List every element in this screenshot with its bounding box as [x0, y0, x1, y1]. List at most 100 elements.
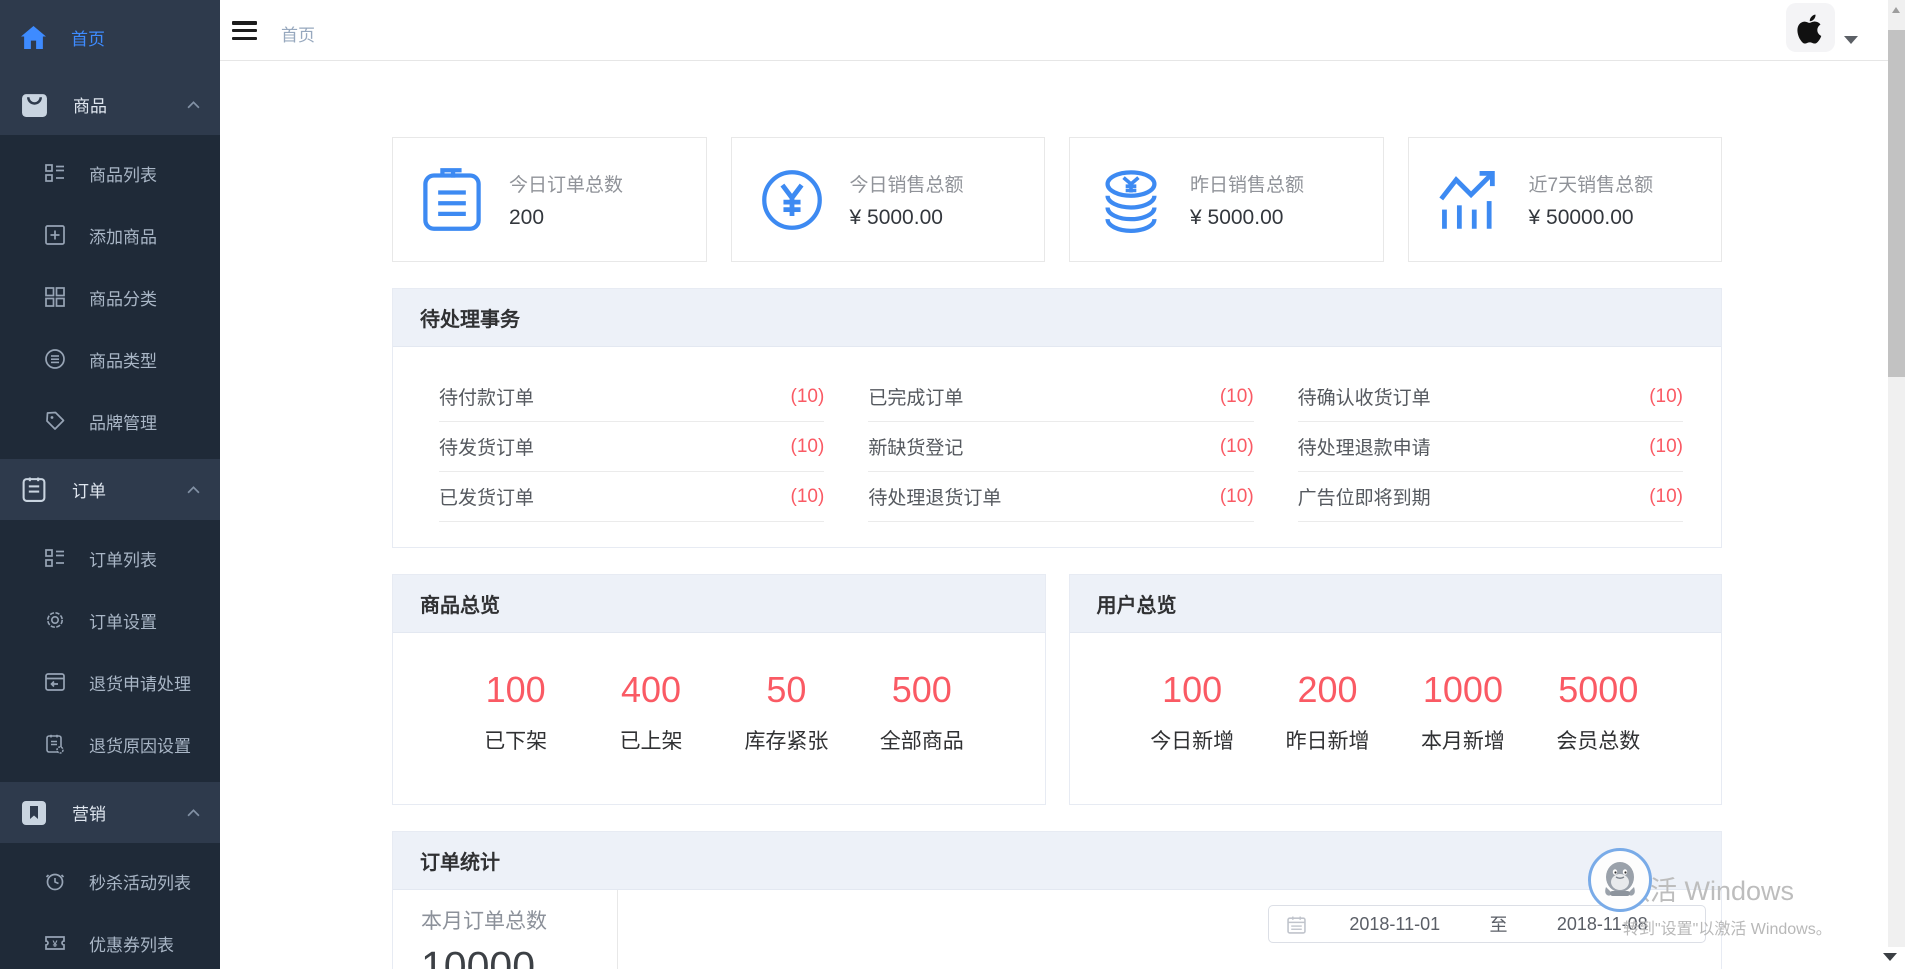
scrollbar-thumb[interactable]	[1888, 30, 1905, 377]
return-box-icon	[44, 671, 66, 693]
hamburger-menu-icon[interactable]	[232, 21, 257, 40]
gear-icon	[44, 609, 66, 631]
user-stat-yesterday-new: 200昨日新增	[1260, 669, 1395, 755]
breadcrumb[interactable]: 首页	[281, 21, 315, 46]
stat-value: 100	[448, 669, 583, 711]
sidebar-item-product-type[interactable]: 商品类型	[0, 328, 220, 390]
order-metric-value: 10000	[421, 943, 617, 969]
sidebar-item-order-settings[interactable]: 订单设置	[0, 589, 220, 651]
clipboard-icon	[21, 476, 47, 503]
stat-card-value: 200	[509, 206, 623, 230]
pending-item-unshipped-orders[interactable]: 待发货订单 (10)	[439, 422, 824, 472]
date-end[interactable]: 2018-11-08	[1514, 914, 1692, 935]
order-stats-header: 订单统计	[393, 832, 1721, 890]
sidebar-item-brand-management[interactable]: 品牌管理	[0, 390, 220, 452]
pending-item-label: 广告位即将到期	[1298, 483, 1431, 510]
stat-card-today-sales[interactable]: 今日销售总额 ¥ 5000.00	[731, 137, 1046, 262]
pending-item-label: 新缺货登记	[868, 433, 963, 460]
pending-item-count: (10)	[1220, 386, 1254, 408]
topbar: 首页	[220, 0, 1888, 61]
product-stat-low-stock: 50库存紧张	[719, 669, 854, 755]
user-avatar[interactable]	[1786, 3, 1835, 52]
sidebar-item-label: 秒杀活动列表	[89, 869, 191, 894]
sidebar-section-marketing[interactable]: 营销	[0, 782, 220, 843]
pending-item-count: (10)	[791, 436, 825, 458]
svg-text:¥: ¥	[52, 939, 57, 949]
sidebar-item-product-category[interactable]: 商品分类	[0, 266, 220, 328]
stat-value: 5000	[1531, 669, 1666, 711]
pending-item-count: (10)	[1220, 486, 1254, 508]
date-start[interactable]: 2018-11-01	[1306, 914, 1484, 935]
scroll-up-arrow-icon[interactable]	[1892, 7, 1900, 13]
pending-body: 待付款订单(10) 已完成订单(10) 待确认收货订单(10) 待发货订单 (10…	[393, 347, 1721, 522]
sidebar-item-home[interactable]: 首页	[0, 0, 220, 74]
pending-item-return-orders[interactable]: 待处理退货订单 (10)	[868, 472, 1253, 522]
sidebar-item-product-list[interactable]: 商品列表	[0, 142, 220, 204]
user-stat-month-new: 1000本月新增	[1395, 669, 1530, 755]
sidebar-section-label: 商品	[73, 92, 107, 117]
stat-label: 今日新增	[1125, 725, 1260, 755]
pending-panel: 待处理事务 待付款订单(10) 已完成订单(10) 待确认收货订单(10) 待发…	[392, 288, 1722, 548]
yen-circle-icon	[760, 168, 824, 232]
sidebar-section-products[interactable]: 商品	[0, 74, 220, 135]
stat-card-yesterday-sales[interactable]: 昨日销售总额 ¥ 5000.00	[1069, 137, 1384, 262]
bag-icon	[21, 91, 48, 118]
sidebar-item-order-list[interactable]: 订单列表	[0, 527, 220, 589]
caret-down-icon[interactable]	[1844, 36, 1858, 44]
coupon-icon: ¥	[44, 932, 66, 954]
pending-item-count: (10)	[1649, 386, 1683, 408]
pending-item-label: 已发货订单	[439, 483, 534, 510]
pending-item-new-stockout[interactable]: 新缺货登记(10)	[868, 422, 1253, 472]
pending-item-unpaid-orders[interactable]: 待付款订单(10)	[439, 372, 824, 422]
vertical-scrollbar[interactable]	[1888, 0, 1905, 947]
sidebar: 首页 商品 商品列表 添加商品 商品分类	[0, 0, 220, 969]
sidebar-item-return-requests[interactable]: 退货申请处理	[0, 651, 220, 713]
panel-title: 商品总览	[420, 589, 500, 618]
pending-item-shipped-orders[interactable]: 已发货订单(10)	[439, 472, 824, 522]
alarm-icon	[44, 870, 66, 892]
pending-item-label: 待发货订单	[439, 433, 534, 460]
stat-label: 已下架	[448, 725, 583, 755]
sidebar-item-flash-sale-list[interactable]: 秒杀活动列表	[0, 850, 220, 912]
sidebar-section-label: 营销	[72, 800, 106, 825]
sidebar-item-return-reason-settings[interactable]: 退货原因设置	[0, 713, 220, 775]
tag-icon	[44, 410, 66, 432]
sidebar-item-label: 优惠券列表	[89, 931, 174, 956]
user-stat-total-members: 5000 会员总数	[1531, 669, 1666, 755]
pending-item-completed-orders[interactable]: 已完成订单(10)	[868, 372, 1253, 422]
sidebar-item-label: 品牌管理	[89, 409, 157, 434]
stat-label: 会员总数	[1531, 725, 1666, 755]
user-overview-header: 用户总览	[1070, 575, 1722, 633]
panel-title: 待处理事务	[420, 303, 520, 332]
pending-item-label: 待处理退货订单	[868, 483, 1001, 510]
sidebar-submenu-marketing: 秒杀活动列表 ¥ 优惠券列表	[0, 843, 220, 969]
sidebar-home-label: 首页	[71, 25, 105, 50]
calendar-icon	[1287, 915, 1306, 934]
panel-title: 订单统计	[420, 846, 500, 875]
pending-item-ad-expiring[interactable]: 广告位即将到期(10)	[1298, 472, 1683, 522]
sidebar-section-orders[interactable]: 订单	[0, 459, 220, 520]
sidebar-item-add-product[interactable]: 添加商品	[0, 204, 220, 266]
home-icon	[21, 26, 46, 49]
chevron-up-icon	[187, 809, 200, 817]
sidebar-item-label: 退货原因设置	[89, 732, 191, 757]
date-range-picker[interactable]: 2018-11-01 至 2018-11-08	[1268, 905, 1706, 943]
stat-value: 1000	[1395, 669, 1530, 711]
sidebar-section-label: 订单	[72, 477, 106, 502]
order-metric-label: 本月订单总数	[421, 905, 617, 935]
user-overview-panel: 用户总览 100今日新增 200昨日新增 1000本月新增 5000会员总数	[1069, 574, 1723, 805]
sidebar-item-coupon-list[interactable]: ¥ 优惠券列表	[0, 912, 220, 969]
stat-value: 400	[583, 669, 718, 711]
stat-value: 200	[1260, 669, 1395, 711]
stat-card-week-sales[interactable]: 近7天销售总额 ¥ 50000.00	[1408, 137, 1723, 262]
pending-item-confirm-receipt-orders[interactable]: 待确认收货订单(10)	[1298, 372, 1683, 422]
panel-title: 用户总览	[1097, 589, 1177, 618]
list-icon	[44, 547, 66, 569]
qq-messenger-icon[interactable]	[1588, 848, 1652, 912]
corner-caret-down-icon[interactable]	[1883, 953, 1897, 961]
clipboard-gear-icon	[44, 733, 66, 755]
stat-card-today-orders[interactable]: 今日订单总数 200	[392, 137, 707, 262]
list-icon	[44, 162, 66, 184]
pending-panel-header: 待处理事务	[393, 289, 1721, 347]
pending-item-refund-requests[interactable]: 待处理退款申请(10)	[1298, 422, 1683, 472]
